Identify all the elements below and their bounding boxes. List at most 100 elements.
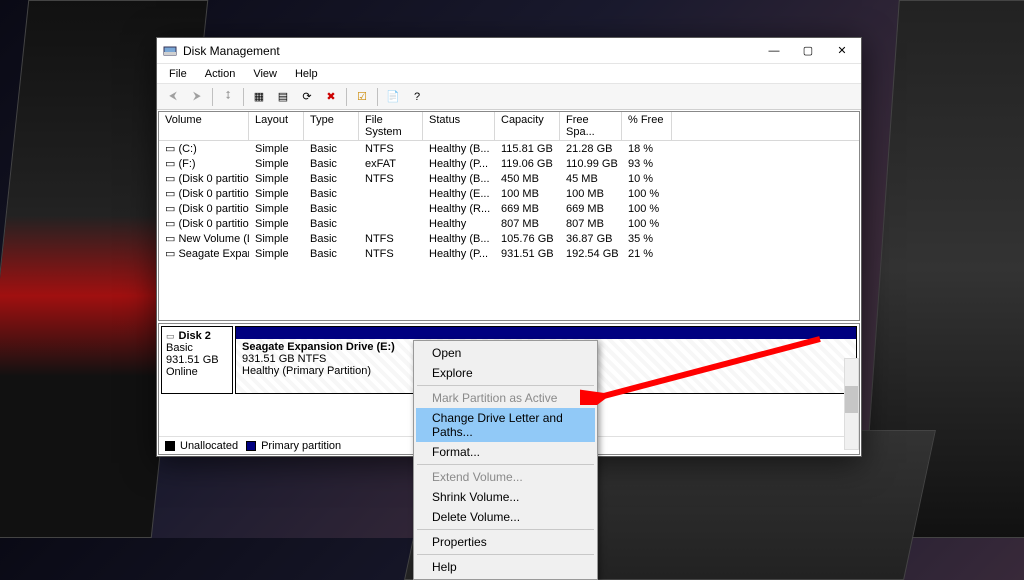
volume-rows: ▭ (C:)SimpleBasicNTFSHealthy (B...115.81… [159,141,859,261]
menu-item-extend-volume: Extend Volume... [416,467,595,487]
status-cell: Healthy (E... [423,188,495,200]
disk-type: Basic [166,342,228,354]
menu-item-help[interactable]: Help [416,557,595,577]
close-button[interactable]: ✕ [825,38,859,63]
disk-size: 931.51 GB [166,354,228,366]
status-cell: Healthy (B... [423,233,495,245]
disk-status: Online [166,366,228,378]
fs-cell: exFAT [359,158,423,170]
window-title: Disk Management [183,44,757,58]
up-button[interactable]: ⭥ [217,86,239,108]
pct-cell: 93 % [622,158,672,170]
legend-primary: Primary partition [246,440,341,452]
legend-unallocated: Unallocated [165,440,238,452]
column-headers[interactable]: Volume Layout Type File System Status Ca… [159,112,859,141]
capacity-cell: 105.76 GB [495,233,560,245]
status-cell: Healthy (P... [423,158,495,170]
volume-cell: ▭ Seagate Expansion... [159,247,249,260]
capacity-cell: 119.06 GB [495,158,560,170]
new-button[interactable]: 📄 [382,86,404,108]
maximize-button[interactable]: ▢ [791,38,825,63]
grid-icon: ▦ [254,90,264,103]
delete-button[interactable]: ✖ [320,86,342,108]
table-row[interactable]: ▭ (Disk 0 partition 2)SimpleBasicHealthy… [159,186,859,201]
refresh-button[interactable]: ⟳ [296,86,318,108]
menu-separator [417,464,594,465]
volume-cell: ▭ (Disk 0 partition 5) [159,202,249,215]
menu-item-change-drive-letter-and-paths[interactable]: Change Drive Letter and Paths... [416,408,595,442]
menu-item-shrink-volume[interactable]: Shrink Volume... [416,487,595,507]
menu-item-open[interactable]: Open [416,343,595,363]
capacity-cell: 807 MB [495,218,560,230]
type-cell: Basic [304,173,359,185]
pct-cell: 10 % [622,173,672,185]
console-button[interactable]: ▤ [272,86,294,108]
table-row[interactable]: ▭ (C:)SimpleBasicNTFSHealthy (B...115.81… [159,141,859,156]
help-icon: ? [414,91,420,103]
layout-cell: Simple [249,188,304,200]
status-cell: Healthy (P... [423,248,495,260]
menu-separator [417,529,594,530]
type-cell: Basic [304,203,359,215]
col-pctfree[interactable]: % Free [622,112,672,140]
volume-cell: ▭ New Volume (D:) [159,232,249,245]
layout-cell: Simple [249,218,304,230]
list-icon: ▤ [278,90,288,103]
col-volume[interactable]: Volume [159,112,249,140]
free-cell: 110.99 GB [560,158,622,170]
free-cell: 45 MB [560,173,622,185]
fs-cell: NTFS [359,248,423,260]
table-row[interactable]: ▭ (F:)SimpleBasicexFATHealthy (P...119.0… [159,156,859,171]
forward-button[interactable]: ⮞ [186,86,208,108]
pct-cell: 100 % [622,203,672,215]
menu-item-delete-volume[interactable]: Delete Volume... [416,507,595,527]
minimize-button[interactable]: — [757,38,791,63]
type-cell: Basic [304,233,359,245]
properties-button[interactable]: ▦ [248,86,270,108]
col-filesystem[interactable]: File System [359,112,423,140]
capacity-cell: 931.51 GB [495,248,560,260]
table-row[interactable]: ▭ (Disk 0 partition 6)SimpleBasicHealthy… [159,216,859,231]
volume-cell: ▭ (F:) [159,157,249,170]
arrow-left-icon: ⮜ [169,90,177,103]
col-freespace[interactable]: Free Spa... [560,112,622,140]
free-cell: 669 MB [560,203,622,215]
table-row[interactable]: ▭ Seagate Expansion...SimpleBasicNTFSHea… [159,246,859,261]
type-cell: Basic [304,248,359,260]
help-button[interactable]: ? [406,86,428,108]
volume-list[interactable]: Volume Layout Type File System Status Ca… [158,111,860,321]
titlebar[interactable]: Disk Management — ▢ ✕ [157,38,861,64]
scrollbar[interactable] [844,358,859,450]
menu-item-format[interactable]: Format... [416,442,595,462]
free-cell: 100 MB [560,188,622,200]
menu-help[interactable]: Help [287,66,326,82]
menu-file[interactable]: File [161,66,195,82]
pct-cell: 21 % [622,248,672,260]
table-row[interactable]: ▭ (Disk 0 partition 1)SimpleBasicNTFSHea… [159,171,859,186]
pct-cell: 100 % [622,218,672,230]
toolbar-separator [243,88,244,106]
table-row[interactable]: ▭ (Disk 0 partition 5)SimpleBasicHealthy… [159,201,859,216]
col-status[interactable]: Status [423,112,495,140]
disk-label: Disk 2 [179,330,211,342]
menu-bar: File Action View Help [157,64,861,84]
col-type[interactable]: Type [304,112,359,140]
menu-item-explore[interactable]: Explore [416,363,595,383]
scrollbar-thumb[interactable] [845,386,858,413]
partition-color-bar [236,327,856,339]
menu-view[interactable]: View [245,66,285,82]
menu-action[interactable]: Action [197,66,244,82]
col-layout[interactable]: Layout [249,112,304,140]
menu-item-properties[interactable]: Properties [416,532,595,552]
back-button[interactable]: ⮜ [162,86,184,108]
check-button[interactable]: ☑ [351,86,373,108]
type-cell: Basic [304,218,359,230]
menu-item-mark-partition-as-active: Mark Partition as Active [416,388,595,408]
table-row[interactable]: ▭ New Volume (D:)SimpleBasicNTFSHealthy … [159,231,859,246]
col-capacity[interactable]: Capacity [495,112,560,140]
arrow-right-icon: ⮞ [193,90,201,103]
disk-info-panel[interactable]: ▭ Disk 2 Basic 931.51 GB Online [161,326,233,394]
pct-cell: 100 % [622,188,672,200]
toolbar: ⮜ ⮞ ⭥ ▦ ▤ ⟳ ✖ ☑ 📄 ? [157,84,861,110]
new-icon: 📄 [386,90,400,103]
